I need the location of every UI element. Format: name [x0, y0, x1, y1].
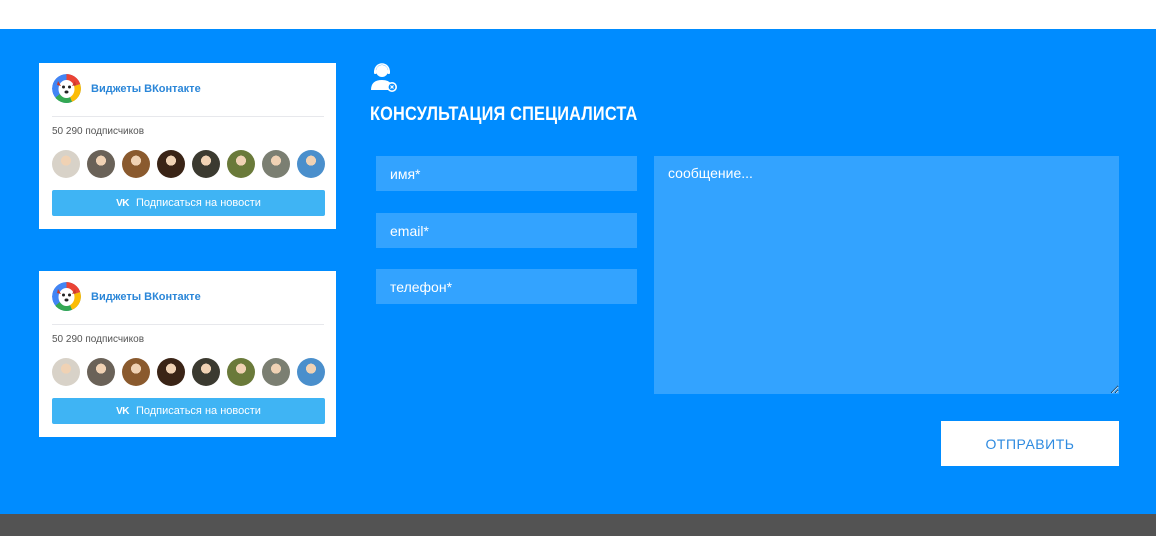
- footer: [0, 514, 1156, 536]
- avatar[interactable]: [122, 150, 150, 178]
- vk-widget-title[interactable]: Виджеты ВКонтакте: [91, 291, 201, 303]
- avatar[interactable]: [87, 358, 115, 386]
- vk-icon: VK: [116, 405, 129, 417]
- divider: [52, 116, 324, 117]
- avatar[interactable]: [157, 358, 185, 386]
- vk-widget: Виджеты ВКонтакте 50 290 подписчиков VK …: [39, 63, 336, 229]
- avatar[interactable]: [227, 150, 255, 178]
- divider: [52, 324, 324, 325]
- avatar[interactable]: [157, 150, 185, 178]
- avatar[interactable]: [297, 358, 325, 386]
- section-title: КОНСУЛЬТАЦИЯ СПЕЦИАЛИСТА: [370, 104, 638, 125]
- message-textarea[interactable]: [654, 156, 1119, 394]
- avatar[interactable]: [52, 150, 80, 178]
- subscriber-count[interactable]: 50 290 подписчиков: [52, 126, 144, 137]
- avatar[interactable]: [192, 358, 220, 386]
- vk-widgets-logo-icon[interactable]: [52, 74, 81, 103]
- email-input[interactable]: [376, 213, 637, 248]
- subscribe-button[interactable]: VK Подписаться на новости: [52, 190, 325, 216]
- avatar[interactable]: [227, 358, 255, 386]
- avatar[interactable]: [262, 150, 290, 178]
- avatar[interactable]: [262, 358, 290, 386]
- subscribe-label: Подписаться на новости: [135, 405, 261, 417]
- subscribe-button[interactable]: VK Подписаться на новости: [52, 398, 325, 424]
- subscriber-avatars: [52, 358, 328, 386]
- vk-icon: VK: [116, 197, 129, 209]
- submit-button[interactable]: ОТПРАВИТЬ: [941, 421, 1119, 466]
- avatar[interactable]: [297, 150, 325, 178]
- avatar[interactable]: [52, 358, 80, 386]
- top-strip: [0, 0, 1156, 29]
- subscriber-count[interactable]: 50 290 подписчиков: [52, 334, 144, 345]
- subscribe-label: Подписаться на новости: [135, 197, 261, 209]
- vk-widget: Виджеты ВКонтакте 50 290 подписчиков VK …: [39, 271, 336, 437]
- avatar[interactable]: [122, 358, 150, 386]
- vk-widget-title[interactable]: Виджеты ВКонтакте: [91, 83, 201, 95]
- support-agent-icon: [370, 62, 398, 94]
- phone-input[interactable]: [376, 269, 637, 304]
- subscriber-avatars: [52, 150, 328, 178]
- name-input[interactable]: [376, 156, 637, 191]
- vk-widgets-logo-icon[interactable]: [52, 282, 81, 311]
- avatar[interactable]: [192, 150, 220, 178]
- avatar[interactable]: [87, 150, 115, 178]
